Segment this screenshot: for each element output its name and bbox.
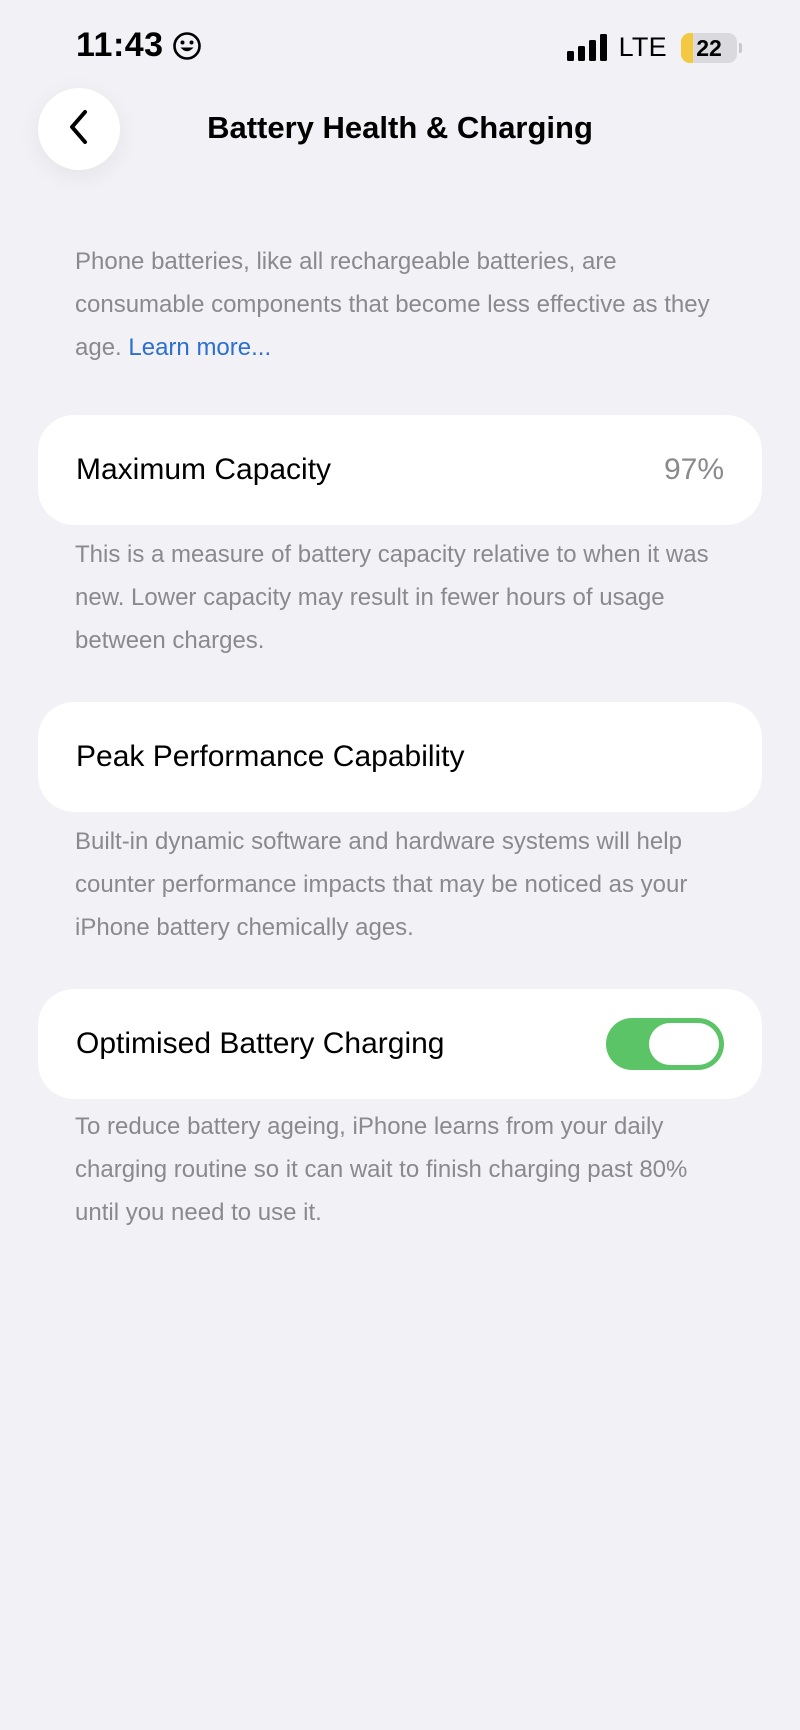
maximum-capacity-footnote: This is a measure of battery capacity re…	[75, 541, 709, 654]
battery-icon: 22	[681, 32, 737, 63]
optimised-charging-footnote: To reduce battery ageing, iPhone learns …	[75, 1113, 688, 1226]
maximum-capacity-row: Maximum Capacity 97%	[38, 415, 762, 525]
optimised-charging-label: Optimised Battery Charging	[76, 1027, 445, 1060]
page-title: Battery Health & Charging	[207, 110, 593, 145]
optimised-charging-toggle[interactable]	[606, 1018, 724, 1070]
toggle-knob	[649, 1023, 719, 1065]
peak-performance-footnote: Built-in dynamic software and hardware s…	[75, 828, 688, 941]
status-bar: 11:43 LTE 22	[0, 0, 800, 96]
back-button[interactable]	[38, 88, 120, 170]
battery-nub	[739, 42, 742, 53]
cellular-signal-icon	[566, 33, 609, 62]
optimised-charging-row: Optimised Battery Charging	[38, 989, 762, 1099]
peak-performance-label: Peak Performance Capability	[76, 740, 465, 773]
smiley-icon	[172, 31, 202, 61]
maximum-capacity-label: Maximum Capacity	[76, 453, 332, 486]
status-indicators: LTE 22	[566, 32, 742, 63]
maximum-capacity-value: 97%	[663, 453, 724, 486]
battery-level: 22	[696, 34, 722, 61]
status-time: 11:43	[76, 26, 202, 65]
learn-more-link[interactable]: Learn more...	[128, 334, 271, 361]
network-type: LTE	[618, 32, 667, 62]
chevron-left-icon	[64, 107, 94, 152]
peak-performance-row: Peak Performance Capability	[38, 702, 762, 812]
intro-text: Phone batteries, like all rechargeable b…	[75, 240, 735, 369]
time-text: 11:43	[76, 26, 164, 64]
